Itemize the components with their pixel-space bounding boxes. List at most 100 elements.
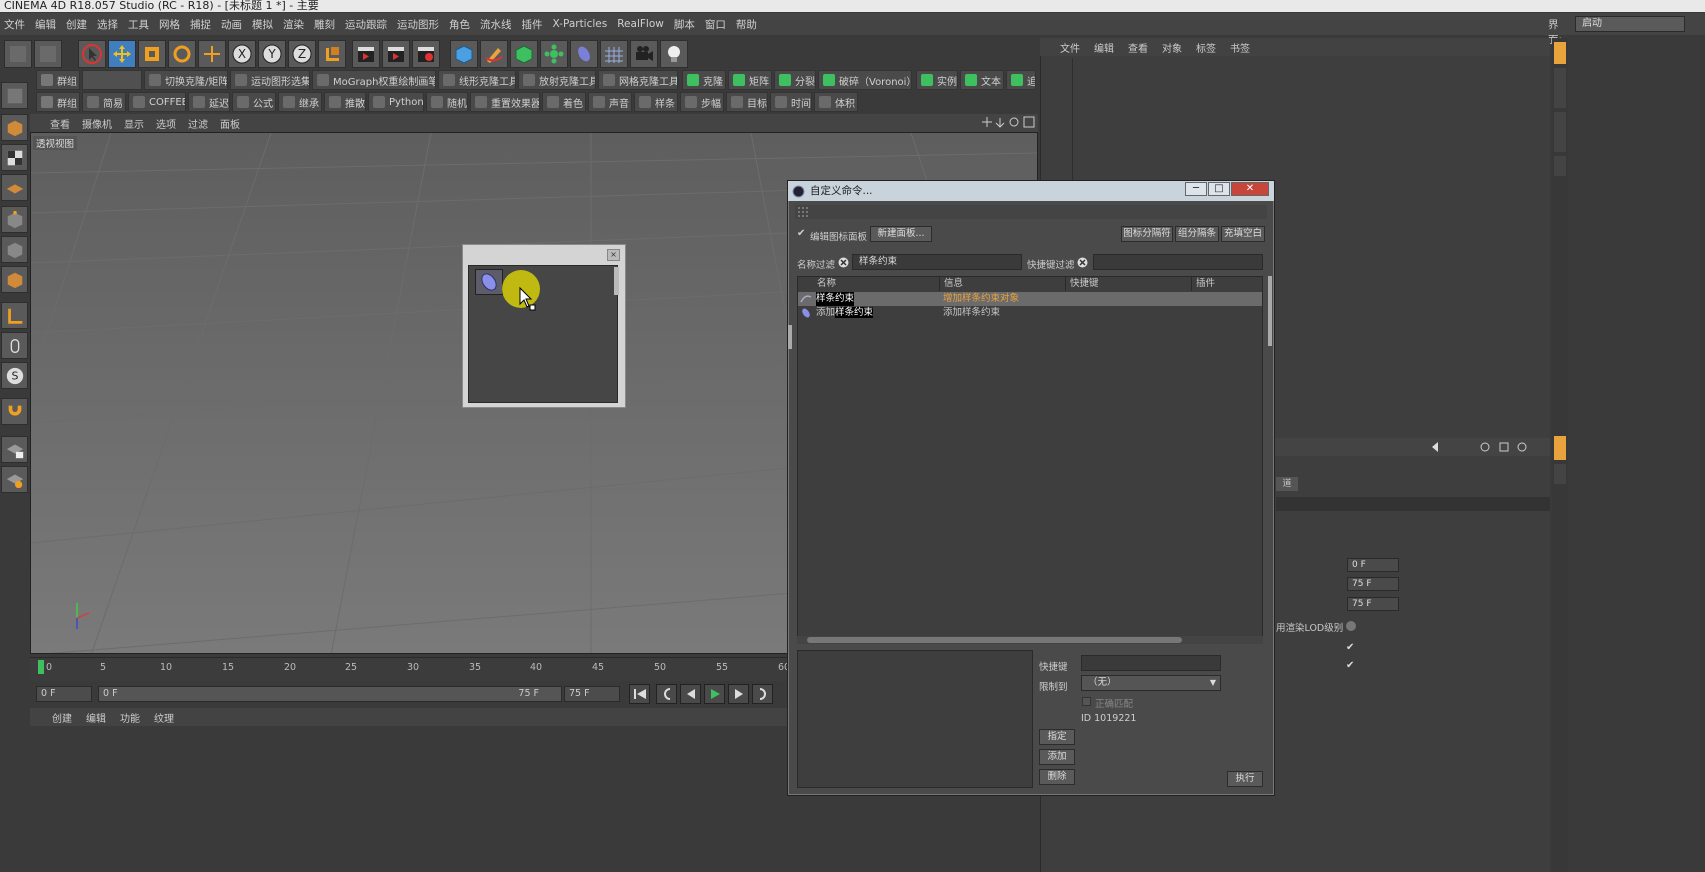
move-tool-button[interactable] [108,40,136,68]
om-menu-edit[interactable]: 编辑 [1094,40,1114,55]
palette2-time[interactable]: 时间 [770,92,812,112]
palette1-fracture[interactable]: 分裂 [774,70,816,90]
restrict-to-select[interactable]: （无） ▼ [1081,675,1221,691]
menu-file[interactable]: 文件 [4,17,25,32]
om-menu-bookmarks[interactable]: 书签 [1230,40,1250,55]
palette1-mograph-weight-paint[interactable]: MoGraph权重绘制画笔 [312,70,436,90]
menu-window[interactable]: 窗口 [705,17,726,32]
shortcut-filter-input[interactable] [1093,254,1263,270]
menu-simulate[interactable]: 模拟 [252,17,273,32]
next-frame-button[interactable] [728,684,749,704]
delete-button[interactable]: 删除 [1039,769,1075,785]
add-button[interactable]: 添加 [1039,749,1075,765]
menu-create[interactable]: 创建 [66,17,87,32]
om-menu-objects[interactable]: 对象 [1162,40,1182,55]
name-filter-input[interactable]: 样条约束 [852,254,1022,270]
om-menu-tags[interactable]: 标签 [1196,40,1216,55]
clear-shortcut-filter-icon[interactable] [1077,257,1088,268]
render-view-button[interactable] [352,40,380,68]
palette2-spline[interactable]: 样条 [634,92,678,112]
material-menu-texture[interactable]: 纹理 [154,710,174,725]
menu-tools[interactable]: 工具 [128,17,149,32]
spline-constraint-palette-button[interactable] [475,269,503,295]
palette2-volume[interactable]: 体积 [814,92,858,112]
render-to-picture-viewer-button[interactable] [382,40,410,68]
palette2-group[interactable]: 群组 [36,92,80,112]
palette1-tracer[interactable]: 追 [1006,70,1036,90]
next-key-button[interactable] [752,684,773,704]
attribute-tab[interactable]: 道 [1276,477,1298,491]
viewport-menu-display[interactable]: 显示 [124,116,144,131]
column-shortcut[interactable]: 快捷键 [1066,277,1192,291]
palette1-blank[interactable] [82,70,142,90]
menu-xparticles[interactable]: X-Particles [553,18,608,30]
column-info[interactable]: 信息 [940,277,1066,291]
tweak-mode-button[interactable] [1,332,28,359]
dialog-left-scrollbar[interactable] [788,325,792,349]
snap-button[interactable]: S [1,362,28,389]
menu-edit[interactable]: 编辑 [35,17,56,32]
column-name[interactable]: 名称 [813,277,940,291]
palette1-grid-clone-tool[interactable]: 网格克隆工具 [598,70,678,90]
attribute-field-max-time[interactable]: 75 F [1347,577,1399,591]
om-menu-file[interactable]: 文件 [1060,40,1080,55]
icon-separator-button[interactable]: 图标分隔符 [1121,226,1173,242]
menu-help[interactable]: 帮助 [736,17,757,32]
palette2-plain[interactable]: 简易 [82,92,126,112]
timeline-playhead[interactable] [38,660,44,674]
column-plugin[interactable]: 插件 [1192,277,1262,291]
render-settings-button[interactable] [412,40,440,68]
om-menu-view[interactable]: 查看 [1128,40,1148,55]
attribute-field-preview-max[interactable]: 75 F [1347,597,1399,611]
edit-palette-checkbox[interactable]: ✔ [797,228,805,239]
material-manager-area[interactable] [30,726,790,872]
palette1-radial-clone-tool[interactable]: 放射克隆工具 [518,70,596,90]
attribute-check-1[interactable]: ✔ [1346,642,1354,653]
floating-palette-scrollbar[interactable] [614,267,619,295]
dialog-close-button[interactable]: ✕ [1231,182,1269,196]
palette1-linear-clone-tool[interactable]: 线形克隆工具 [438,70,516,90]
new-palette-button[interactable]: 新建面板... [870,226,932,242]
palette1-instance[interactable]: 实例 [916,70,958,90]
menu-character[interactable]: 角色 [449,17,470,32]
list-horizontal-scrollbar[interactable] [797,636,1263,644]
palette2-delay[interactable]: 延迟 [188,92,230,112]
layout-select[interactable]: 启动 [1575,16,1685,32]
menu-snap[interactable]: 捕捉 [190,17,211,32]
menu-mograph[interactable]: 运动图形 [397,17,439,32]
side-tab-content[interactable] [1554,68,1566,108]
scale-tool-button[interactable] [138,40,166,68]
menu-realflow[interactable]: RealFlow [617,18,664,30]
attribute-check-2[interactable]: ✔ [1346,660,1354,671]
subdivision-surface-button[interactable] [510,40,538,68]
timeline-ruler[interactable]: 0 5 10 15 20 25 30 35 40 45 50 55 60 [30,657,790,681]
edges-mode-button[interactable] [1,236,28,263]
material-menu-function[interactable]: 功能 [120,710,140,725]
viewport-menu-view[interactable]: 查看 [50,116,70,131]
list-scroll-thumb[interactable] [807,637,1182,643]
current-frame-field[interactable]: 0 F [36,686,92,702]
side-tab-objects[interactable] [1554,42,1566,64]
undo-button[interactable] [4,40,32,68]
y-axis-button[interactable]: Y [258,40,286,68]
menu-plugins[interactable]: 插件 [522,17,543,32]
x-axis-button[interactable]: X [228,40,256,68]
side-tab-structure[interactable] [1554,112,1566,152]
side-tab-attributes[interactable] [1554,436,1566,460]
palette2-random[interactable]: 随机 [426,92,468,112]
dialog-vertical-scrollbar[interactable] [1268,276,1272,346]
exact-match-checkbox[interactable] [1082,697,1091,706]
palette2-step[interactable]: 步幅 [680,92,724,112]
palette2-formula[interactable]: 公式 [232,92,276,112]
side-tab-layers[interactable] [1554,156,1566,176]
attribute-field-min-time[interactable]: 0 F [1347,558,1399,572]
texture-mode-button[interactable] [1,144,28,171]
goto-start-button[interactable] [629,684,650,704]
magnet-button[interactable] [1,398,28,425]
material-menu-create[interactable]: 创建 [52,710,72,725]
side-tab-layers-2[interactable] [1554,464,1566,484]
array-button[interactable] [540,40,568,68]
play-button[interactable] [704,684,725,704]
points-mode-button[interactable] [1,206,28,233]
clear-name-filter-icon[interactable] [838,257,849,268]
